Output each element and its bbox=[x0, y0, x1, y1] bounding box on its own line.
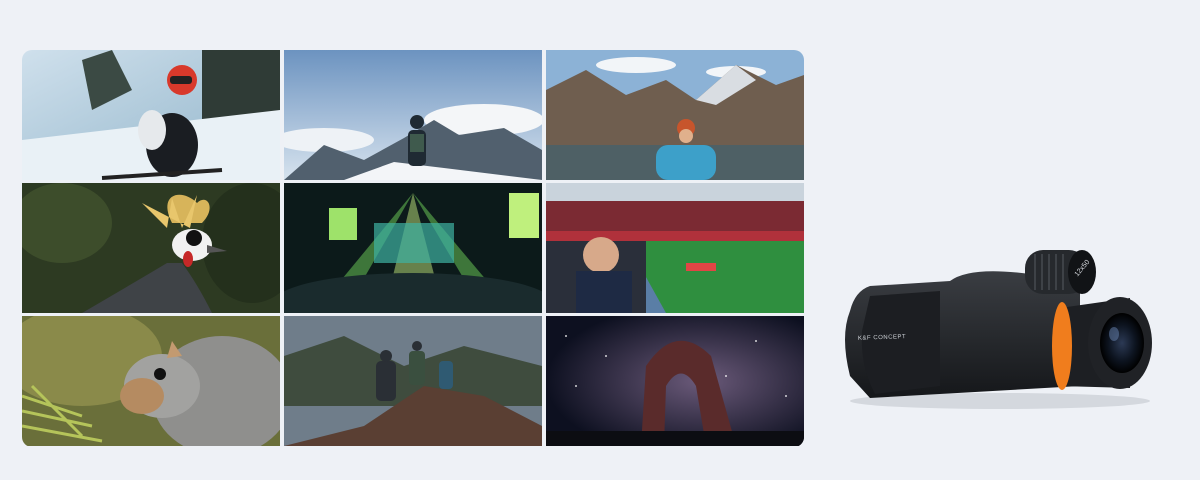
trekkers-photo bbox=[284, 316, 542, 446]
lake-hiker-photo bbox=[546, 50, 804, 180]
night-arch-photo bbox=[546, 316, 804, 446]
mountain-hiker-photo bbox=[284, 50, 542, 180]
football-stadium-photo bbox=[546, 183, 804, 313]
monocular-product-image: K&F CONCEPT 12x50 bbox=[830, 236, 1170, 416]
squirrel-photo bbox=[22, 316, 280, 446]
snowboarder-photo bbox=[22, 50, 280, 180]
crowned-crane-photo bbox=[22, 183, 280, 313]
concert-stage-photo bbox=[284, 183, 542, 313]
photo-gallery bbox=[22, 50, 804, 447]
